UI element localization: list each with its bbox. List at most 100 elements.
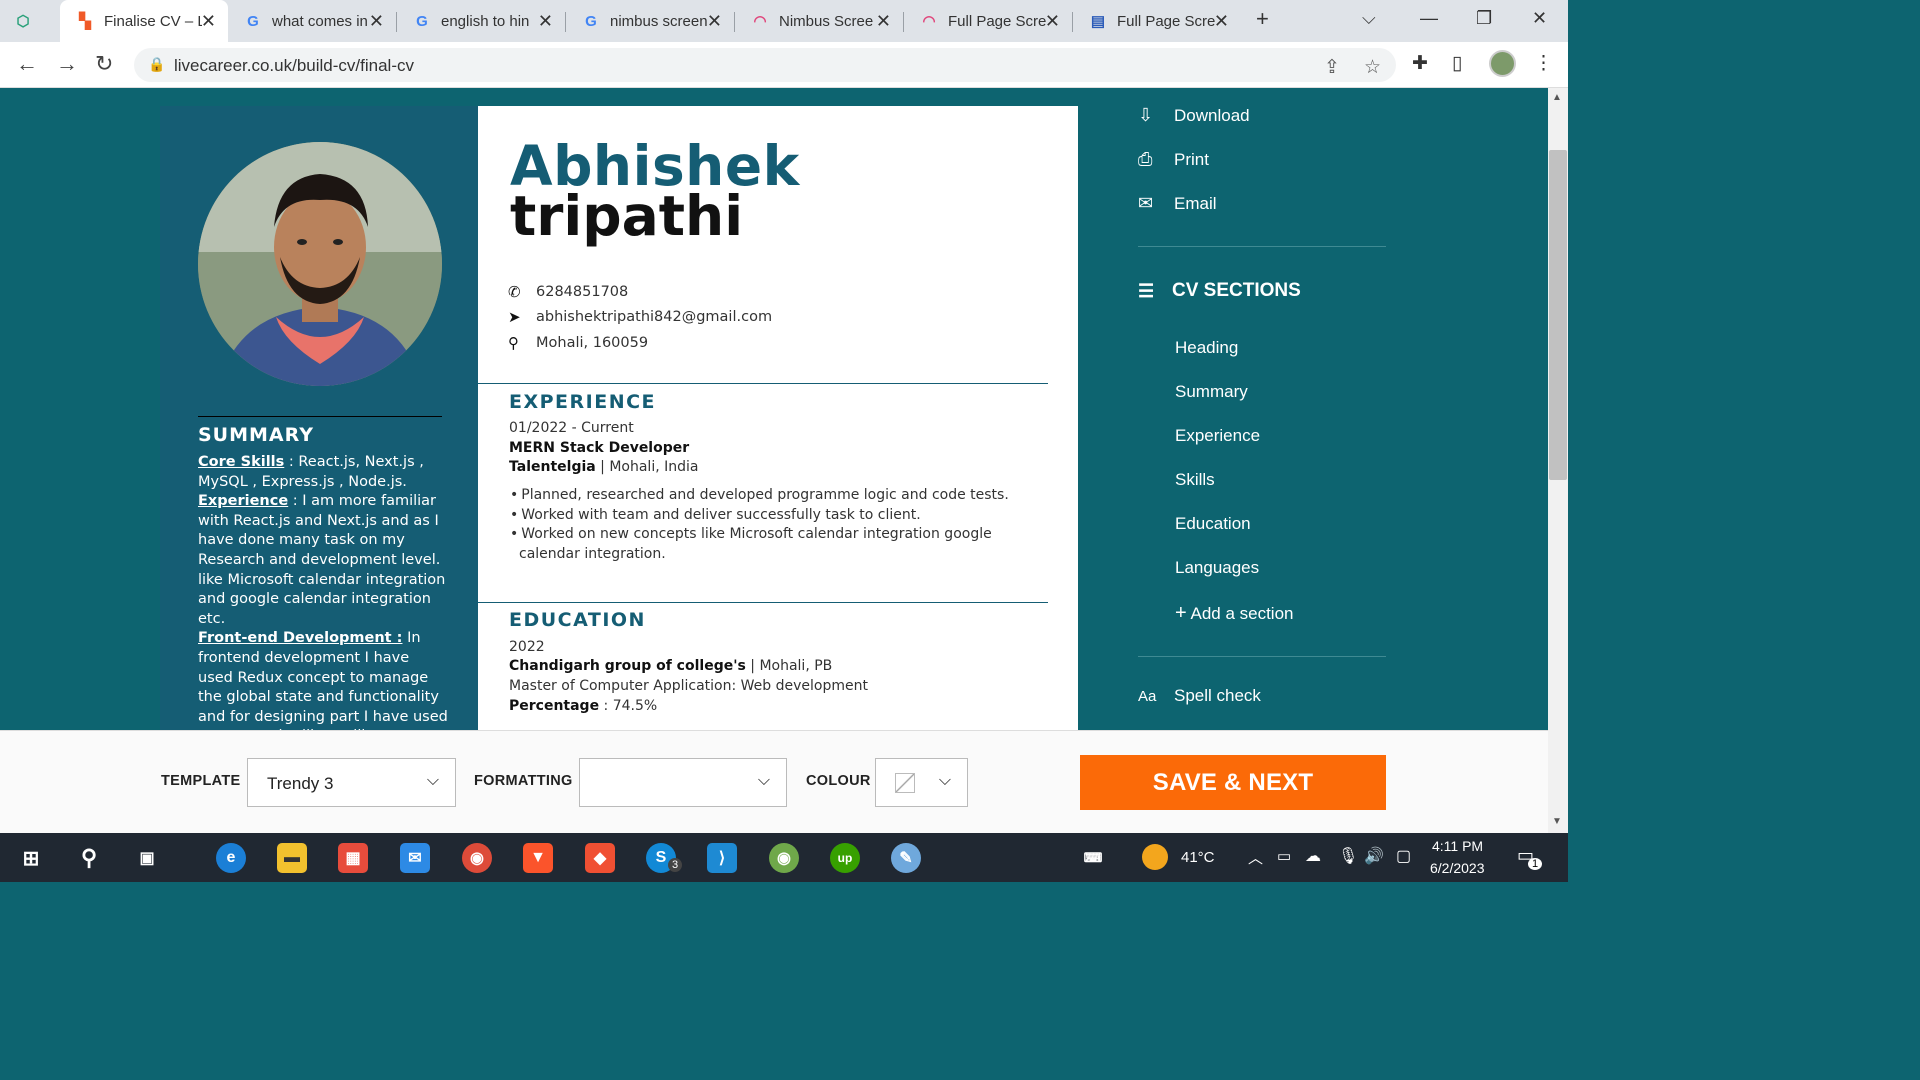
formatting-select[interactable]: ⌵ — [579, 758, 787, 807]
add-section-button[interactable]: + Add a section — [1175, 602, 1294, 625]
section-link-experience[interactable]: Experience — [1175, 426, 1260, 446]
email-row[interactable]: ➤ abhishektripathi842@gmail.com — [508, 308, 772, 326]
back-icon[interactable]: ← — [16, 51, 38, 77]
location-row[interactable]: ⚲ Mohali, 160059 — [508, 334, 648, 352]
chrome-menu-icon[interactable]: ⬡ — [14, 12, 32, 30]
task-view-icon[interactable]: ▣ — [132, 843, 162, 873]
side-panel-icon[interactable]: ▯ — [1452, 52, 1462, 75]
close-icon[interactable]: ✕ — [1045, 11, 1060, 32]
phone-row[interactable]: ✆ 6284851708 — [508, 283, 628, 301]
profile-avatar[interactable] — [1489, 50, 1516, 77]
experience-bullets[interactable]: Planned, researched and developed progra… — [509, 486, 1039, 564]
education-degree: Master of Computer Application: Web deve… — [509, 678, 868, 694]
core-skills-label: Core Skills — [198, 454, 285, 470]
minimize-icon[interactable]: — — [1420, 8, 1438, 29]
scrollbar-thumb[interactable] — [1549, 150, 1567, 480]
restore-icon[interactable]: ❐ — [1476, 8, 1492, 29]
close-icon[interactable]: ✕ — [876, 11, 891, 32]
colour-select[interactable]: ⌵ — [875, 758, 968, 807]
microsoft-store-icon[interactable]: ▦ — [338, 843, 368, 873]
weather-temp[interactable]: 41°C — [1181, 849, 1215, 866]
scroll-down-arrow-icon[interactable]: ▼ — [1552, 816, 1562, 827]
clock-date[interactable]: 6/2/2023 — [1430, 860, 1485, 876]
edge-icon[interactable]: e — [216, 843, 246, 873]
display-icon[interactable]: ▢ — [1396, 846, 1411, 866]
close-window-icon[interactable]: ✕ — [1532, 8, 1547, 29]
clock-time[interactable]: 4:11 PM — [1432, 838, 1483, 854]
search-icon[interactable]: ⚲ — [74, 843, 104, 873]
tab-2[interactable]: G english to hin ✕ — [397, 0, 565, 42]
weather-icon[interactable] — [1142, 844, 1168, 870]
last-name[interactable]: tripathi — [510, 184, 743, 248]
section-link-languages[interactable]: Languages — [1175, 558, 1259, 578]
location-text: Mohali, 160059 — [536, 335, 649, 351]
new-tab-icon[interactable]: + — [1256, 6, 1269, 32]
download-label: Download — [1174, 105, 1250, 125]
paint-icon[interactable]: ✎ — [891, 843, 921, 873]
print-label: Print — [1174, 149, 1209, 169]
tab-3[interactable]: G nimbus screen ✕ — [566, 0, 734, 42]
chrome-profile-icon[interactable]: ◉ — [769, 843, 799, 873]
windows-start-icon[interactable]: ⊞ — [16, 843, 46, 873]
onedrive-icon[interactable]: ☁ — [1305, 846, 1321, 866]
tab-0[interactable]: ▚ Finalise CV – L ✕ — [60, 0, 228, 42]
company-text: Talentelgia — [509, 459, 596, 475]
section-link-summary[interactable]: Summary — [1175, 382, 1248, 402]
page-content: SUMMARY Core Skills : React.js, Next.js … — [0, 88, 1548, 730]
email-button[interactable]: ✉ Email — [1138, 193, 1217, 214]
brave-icon[interactable]: ▼ — [523, 843, 553, 873]
download-icon: ⇩ — [1138, 105, 1154, 125]
tray-chevron-icon[interactable]: ︿ — [1248, 847, 1263, 868]
template-select[interactable]: Trendy 3 ⌵ — [247, 758, 456, 807]
scroll-up-arrow-icon[interactable]: ▲ — [1552, 92, 1562, 103]
add-section-label: Add a section — [1190, 604, 1294, 623]
share-icon[interactable]: ⇪ — [1324, 56, 1340, 79]
git-icon[interactable]: ◆ — [585, 843, 615, 873]
tab-4[interactable]: ◠ Nimbus Scree ✕ — [735, 0, 903, 42]
tab-title: Nimbus Scree — [779, 12, 874, 30]
company-location: | Mohali, India — [595, 459, 699, 475]
section-link-heading[interactable]: Heading — [1175, 338, 1238, 358]
keyboard-icon[interactable]: ⌨ — [1080, 843, 1106, 873]
url-input[interactable]: 🔒 livecareer.co.uk/build-cv/final-cv ⇪ ☆ — [134, 48, 1396, 82]
chrome-icon[interactable]: ◉ — [462, 843, 492, 873]
chevron-down-icon: ⌵ — [938, 772, 951, 789]
mail-icon[interactable]: ✉ — [400, 843, 430, 873]
list-item: Worked on new concepts like Microsoft ca… — [509, 525, 1039, 564]
tab-1[interactable]: G what comes in ✕ — [228, 0, 396, 42]
vscode-icon[interactable]: ⟩ — [707, 843, 737, 873]
close-icon[interactable]: ✕ — [369, 11, 384, 32]
close-icon[interactable]: ✕ — [538, 11, 553, 32]
extensions-icon[interactable]: ✚ — [1412, 52, 1428, 75]
spell-check-icon: Aa — [1138, 687, 1157, 705]
save-next-button[interactable]: SAVE & NEXT — [1080, 755, 1386, 810]
file-explorer-icon[interactable]: ▬ — [277, 843, 307, 873]
summary-text[interactable]: Core Skills : React.js, Next.js , MySQL … — [198, 453, 448, 730]
upwork-icon[interactable]: up — [830, 843, 860, 873]
close-icon[interactable]: ✕ — [1214, 11, 1229, 32]
volume-icon[interactable]: 🔊 — [1364, 846, 1384, 866]
tab-5[interactable]: ◠ Full Page Scre ✕ — [904, 0, 1072, 42]
experience-dates: 01/2022 - Current — [509, 420, 634, 436]
close-icon[interactable]: ✕ — [201, 11, 216, 32]
bookmark-star-icon[interactable]: ☆ — [1364, 56, 1381, 79]
print-button[interactable]: ⎙ Print — [1138, 149, 1209, 170]
spell-check-button[interactable]: Aa Spell check — [1138, 686, 1261, 706]
section-link-skills[interactable]: Skills — [1175, 470, 1215, 490]
paper-plane-icon: ➤ — [508, 308, 521, 326]
divider — [1138, 656, 1386, 657]
nimbus-icon: ◠ — [922, 13, 936, 30]
microphone-icon[interactable]: 🎙 — [1338, 846, 1358, 866]
cv-sidebar: SUMMARY Core Skills : React.js, Next.js … — [160, 106, 478, 730]
tab-title: what comes in — [272, 12, 368, 30]
tab-search-chevron-icon[interactable]: ⌵ — [1362, 8, 1376, 29]
tab-6[interactable]: ▤ Full Page Scre ✕ — [1073, 0, 1241, 42]
battery-icon[interactable]: ▭ — [1277, 847, 1291, 865]
close-icon[interactable]: ✕ — [707, 11, 722, 32]
download-button[interactable]: ⇩ Download — [1138, 105, 1250, 126]
more-menu-icon[interactable]: ⋮ — [1534, 52, 1553, 75]
reload-icon[interactable]: ↻ — [95, 51, 113, 77]
section-link-education[interactable]: Education — [1175, 514, 1251, 534]
tab-title: Finalise CV – L — [104, 12, 202, 30]
forward-icon[interactable]: → — [56, 51, 78, 77]
